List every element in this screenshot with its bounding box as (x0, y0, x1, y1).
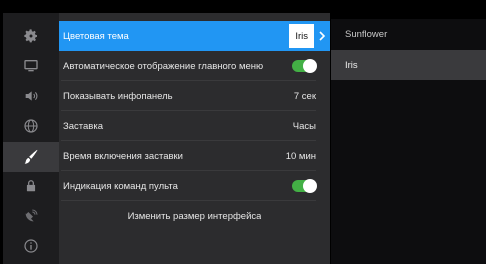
rail-item-sound[interactable] (3, 81, 59, 111)
setting-color-theme[interactable]: Цветовая тема Iris (59, 21, 330, 51)
globe-icon (24, 119, 38, 133)
setting-label: Заставка (63, 120, 103, 132)
theme-option-label: Sunflower (345, 28, 388, 40)
toggle-knob (303, 179, 317, 193)
rail-item-about[interactable] (3, 231, 59, 261)
rail-item-appearance[interactable] (3, 142, 59, 172)
color-theme-dropdown: Sunflower Iris (331, 19, 486, 264)
color-theme-value: Iris (289, 24, 314, 48)
setting-label: Изменить размер интерфейса (127, 210, 262, 222)
setting-auto-show-main-menu[interactable]: Автоматическое отображение главного меню (59, 51, 330, 81)
settings-category-rail (3, 13, 59, 264)
satellite-dish-icon (25, 209, 38, 222)
setting-value: 7 сек (293, 90, 316, 102)
rail-item-antenna[interactable] (3, 201, 59, 231)
auto-show-main-menu-toggle[interactable] (292, 59, 317, 73)
lock-icon (26, 180, 36, 192)
setting-label: Цветовая тема (63, 30, 129, 42)
gear-icon (24, 29, 37, 43)
setting-label: Автоматическое отображение главного меню (63, 60, 264, 72)
theme-option-iris[interactable]: Iris (331, 50, 486, 80)
toggle-knob (303, 59, 317, 73)
setting-remote-command-indication[interactable]: Индикация команд пульта (59, 171, 330, 201)
theme-option-sunflower[interactable]: Sunflower (331, 19, 486, 49)
appearance-settings-panel: Цветовая тема Iris Автоматическое отобра… (59, 13, 330, 264)
setting-resize-interface-button[interactable]: Изменить размер интерфейса (59, 201, 330, 231)
setting-screensaver[interactable]: Заставка Часы (59, 111, 330, 141)
volume-icon (25, 91, 38, 101)
rail-item-network[interactable] (3, 111, 59, 141)
setting-label: Показывать инфопанель (63, 90, 173, 102)
setting-show-infopanel[interactable]: Показывать инфопанель 7 сек (59, 81, 330, 111)
setting-label: Индикация команд пульта (63, 180, 178, 192)
brush-icon (24, 149, 38, 164)
chevron-right-icon[interactable] (314, 24, 330, 48)
rail-item-security[interactable] (3, 171, 59, 201)
remote-command-indication-toggle[interactable] (292, 179, 317, 193)
tv-settings-screen: Цветовая тема Iris Автоматическое отобра… (0, 0, 486, 264)
setting-value: Часы (292, 120, 316, 132)
setting-value: 10 мин (285, 150, 316, 162)
monitor-icon (24, 60, 38, 72)
setting-screensaver-delay[interactable]: Время включения заставки 10 мин (59, 141, 330, 171)
setting-label: Время включения заставки (63, 150, 183, 162)
info-icon (24, 239, 38, 253)
rail-item-general[interactable] (3, 21, 59, 51)
theme-option-label: Iris (345, 59, 358, 71)
rail-item-display[interactable] (3, 51, 59, 81)
